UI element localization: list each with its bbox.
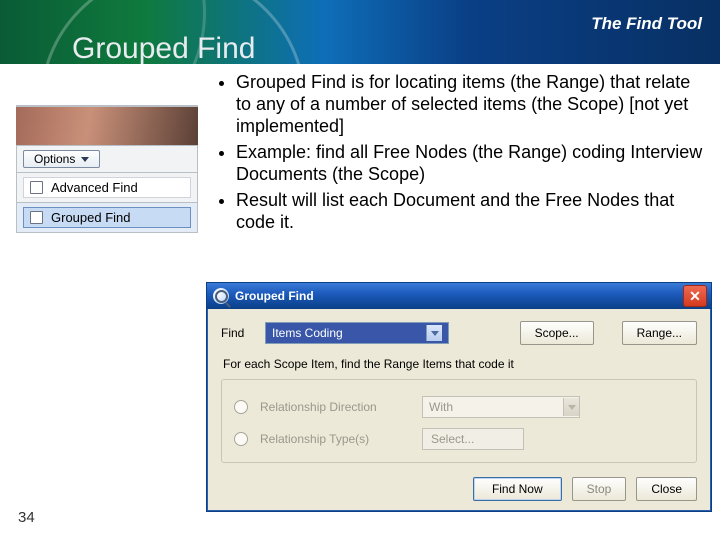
menu-item-label: Advanced Find <box>51 180 138 195</box>
stop-button[interactable]: Stop <box>572 477 627 501</box>
bullet-item: Example: find all Free Nodes (the Range)… <box>236 142 706 186</box>
close-dialog-button[interactable]: Close <box>636 477 697 501</box>
grouped-find-dialog: Grouped Find ✕ Find Items Coding Scope..… <box>206 282 712 512</box>
range-button[interactable]: Range... <box>622 321 697 345</box>
radio-relationship-direction[interactable] <box>234 400 248 414</box>
dialog-titlebar[interactable]: Grouped Find ✕ <box>207 283 711 309</box>
radio-relationship-types[interactable] <box>234 432 248 446</box>
find-dropdown[interactable]: Items Coding <box>265 322 449 344</box>
dialog-description: For each Scope Item, find the Range Item… <box>223 357 695 371</box>
direction-value: With <box>429 400 453 414</box>
menu-icon <box>30 181 43 194</box>
options-row: Options <box>16 145 198 173</box>
find-menu-snippet: Options Advanced Find Grouped Find <box>16 105 198 233</box>
find-label: Find <box>221 326 255 340</box>
find-dropdown-value: Items Coding <box>272 326 343 340</box>
search-icon <box>213 288 229 304</box>
close-button[interactable]: ✕ <box>683 285 707 307</box>
slide-title: Grouped Find <box>72 32 255 66</box>
bullet-list: Grouped Find is for locating items (the … <box>212 72 706 238</box>
menu-item-grouped-find[interactable]: Grouped Find <box>16 203 198 233</box>
dialog-title-text: Grouped Find <box>235 289 314 303</box>
direction-dropdown[interactable]: With <box>422 396 580 418</box>
decorative-photo <box>16 105 198 145</box>
radio-label: Relationship Direction <box>260 400 410 414</box>
chevron-down-icon <box>563 398 579 416</box>
chevron-down-icon <box>426 325 442 341</box>
header-subtitle: The Find Tool <box>591 14 702 34</box>
menu-item-label: Grouped Find <box>51 210 131 225</box>
page-number: 34 <box>18 509 35 526</box>
find-now-button[interactable]: Find Now <box>473 477 562 501</box>
menu-icon <box>30 211 43 224</box>
menu-item-advanced-find[interactable]: Advanced Find <box>16 173 198 203</box>
options-button[interactable]: Options <box>23 150 100 168</box>
chevron-down-icon <box>81 157 89 162</box>
options-label: Options <box>34 152 75 166</box>
select-types-button[interactable]: Select... <box>422 428 524 450</box>
close-icon: ✕ <box>689 288 701 305</box>
scope-button[interactable]: Scope... <box>520 321 594 345</box>
radio-label: Relationship Type(s) <box>260 432 410 446</box>
bullet-item: Grouped Find is for locating items (the … <box>236 72 706 138</box>
bullet-item: Result will list each Document and the F… <box>236 190 706 234</box>
relationship-group: Relationship Direction With Relationship… <box>221 379 697 463</box>
